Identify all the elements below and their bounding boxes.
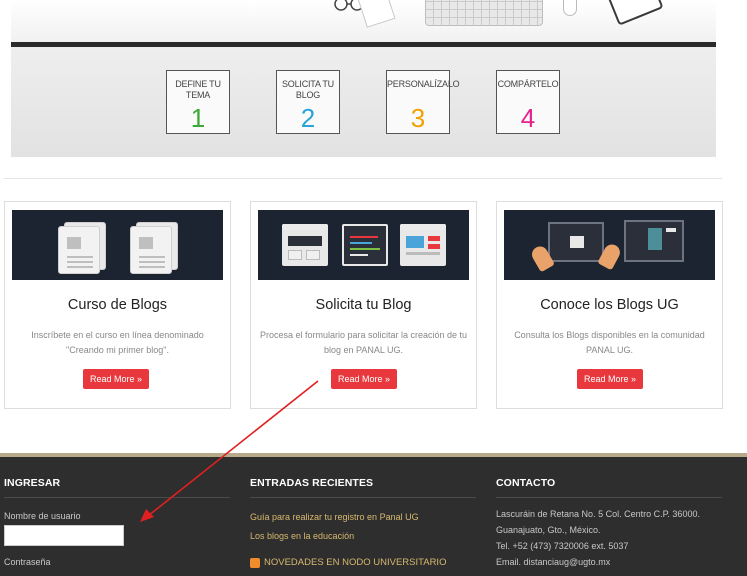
- read-more-button[interactable]: Read More »: [83, 369, 150, 389]
- step-define-tema: DEFINE TU TEMA 1: [166, 70, 230, 134]
- read-more-button[interactable]: Read More »: [331, 369, 398, 389]
- card-curso-blogs: Curso de Blogs Inscríbete en el curso en…: [4, 201, 231, 409]
- news-feed-label: NOVEDADES EN NODO UNIVERSITARIO: [264, 557, 447, 568]
- step-label: COMPÁRTELO: [497, 79, 559, 89]
- recent-post-link[interactable]: Los blogs en la educación: [250, 531, 476, 541]
- mouse-icon: [563, 0, 577, 16]
- news-feed-link[interactable]: NOVEDADES EN NODO UNIVERSITARIO: [250, 557, 476, 568]
- card-image-windows: [258, 210, 469, 280]
- step-label: DEFINE TU TEMA: [175, 79, 221, 100]
- card-conoce-blogs: Conoce los Blogs UG Consulta los Blogs d…: [496, 201, 723, 409]
- card-image-documents: [12, 210, 223, 280]
- contact-city: Guanajuato, Gto., México.: [496, 525, 601, 535]
- monitor-icon: [548, 222, 604, 262]
- browser-window-icon: [282, 224, 328, 266]
- contact-email[interactable]: Email. distanciaug@ugto.mx: [496, 554, 722, 570]
- contact-info: Lascuráin de Retana No. 5 Col. Centro C.…: [496, 506, 722, 570]
- card-title: Solicita tu Blog: [315, 297, 412, 313]
- card-description: Inscríbete en el curso en línea denomina…: [31, 330, 204, 355]
- card-solicita-blog: Solicita tu Blog Procesa el formulario p…: [250, 201, 477, 409]
- step-number: 1: [190, 103, 206, 133]
- footer-recent-posts: ENTRADAS RECIENTES Guía para realizar tu…: [250, 477, 476, 568]
- contact-address: Lascuráin de Retana No. 5 Col. Centro C.…: [496, 509, 700, 519]
- password-label: Contraseña: [4, 557, 51, 567]
- footer-contact-heading: CONTACTO: [496, 477, 722, 498]
- section-divider: [4, 178, 722, 179]
- username-label: Nombre de usuario: [4, 511, 81, 521]
- card-description: Consulta los Blogs disponibles en la com…: [514, 330, 705, 355]
- step-label: PERSONALÍZALO: [387, 79, 460, 89]
- card-description: Procesa el formulario para solicitar la …: [259, 330, 468, 355]
- step-solicita-blog: SOLICITA TU BLOG 2: [276, 70, 340, 134]
- card-title: Conoce los Blogs UG: [540, 297, 679, 313]
- step-number: 4: [520, 103, 536, 133]
- read-more-button[interactable]: Read More »: [577, 369, 644, 389]
- contact-phone: Tel. +52 (473) 7320006 ext. 5037: [496, 541, 629, 551]
- footer-login: INGRESAR Nombre de usuario Contraseña: [4, 477, 230, 567]
- layout-window-icon: [400, 224, 446, 266]
- hero-steps-area: [11, 47, 716, 157]
- hero-desk-area: [11, 0, 716, 42]
- footer-recent-heading: ENTRADAS RECIENTES: [250, 477, 476, 498]
- tablet-icon: [606, 0, 664, 26]
- step-number: 3: [410, 103, 426, 133]
- step-label: SOLICITA TU BLOG: [282, 79, 334, 100]
- step-number: 2: [300, 103, 316, 133]
- step-compartelo: COMPÁRTELO 4: [496, 70, 560, 134]
- footer-login-heading: INGRESAR: [4, 477, 230, 498]
- step-personalizalo: PERSONALÍZALO 3: [386, 70, 460, 134]
- hero-banner: DEFINE TU TEMA 1 SOLICITA TU BLOG 2 PERS…: [11, 0, 716, 157]
- username-input[interactable]: [4, 525, 124, 546]
- keyboard-icon: [425, 0, 543, 26]
- recent-post-link[interactable]: Guía para realizar tu registro en Panal …: [250, 512, 476, 522]
- footer-contact: CONTACTO Lascuráin de Retana No. 5 Col. …: [496, 477, 722, 570]
- paper-icon: [356, 0, 396, 28]
- card-title: Curso de Blogs: [67, 297, 168, 313]
- site-footer: INGRESAR Nombre de usuario Contraseña EN…: [0, 453, 747, 576]
- rss-icon: [250, 557, 260, 568]
- card-image-monitors: [504, 210, 715, 280]
- monitor-icon: [624, 220, 684, 262]
- document-icon: [130, 226, 172, 274]
- document-icon: [58, 226, 100, 274]
- code-window-icon: [342, 224, 388, 266]
